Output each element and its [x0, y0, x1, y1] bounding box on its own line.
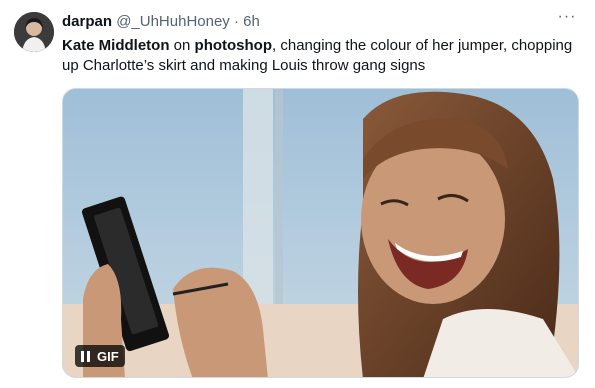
pause-icon [81, 350, 91, 362]
more-options-icon[interactable]: ··· [555, 9, 579, 30]
tweet-text-2: on [169, 37, 195, 54]
tweet-time[interactable]: 6h [243, 13, 260, 30]
avatar[interactable] [14, 12, 54, 52]
header-separator: · [233, 13, 239, 30]
tweet-text-bold-2: photoshop [194, 37, 273, 54]
tweet-header: darpan @_UhHuhHoney · 6h [62, 12, 260, 32]
tweet[interactable]: darpan @_UhHuhHoney · 6h ··· Kate Middle… [0, 0, 595, 388]
gif-badge[interactable]: GIF [75, 345, 125, 367]
gif-label: GIF [97, 348, 119, 364]
tweet-media-gif[interactable]: GIF [62, 88, 579, 378]
tweet-text: Kate Middleton on photoshop, changing th… [62, 36, 582, 76]
gif-frame-image [63, 89, 578, 377]
tweet-text-bold-1: Kate Middleton [62, 37, 170, 54]
avatar-image [14, 12, 54, 52]
user-handle[interactable]: @_UhHuhHoney [116, 13, 230, 30]
user-name[interactable]: darpan [62, 13, 112, 30]
